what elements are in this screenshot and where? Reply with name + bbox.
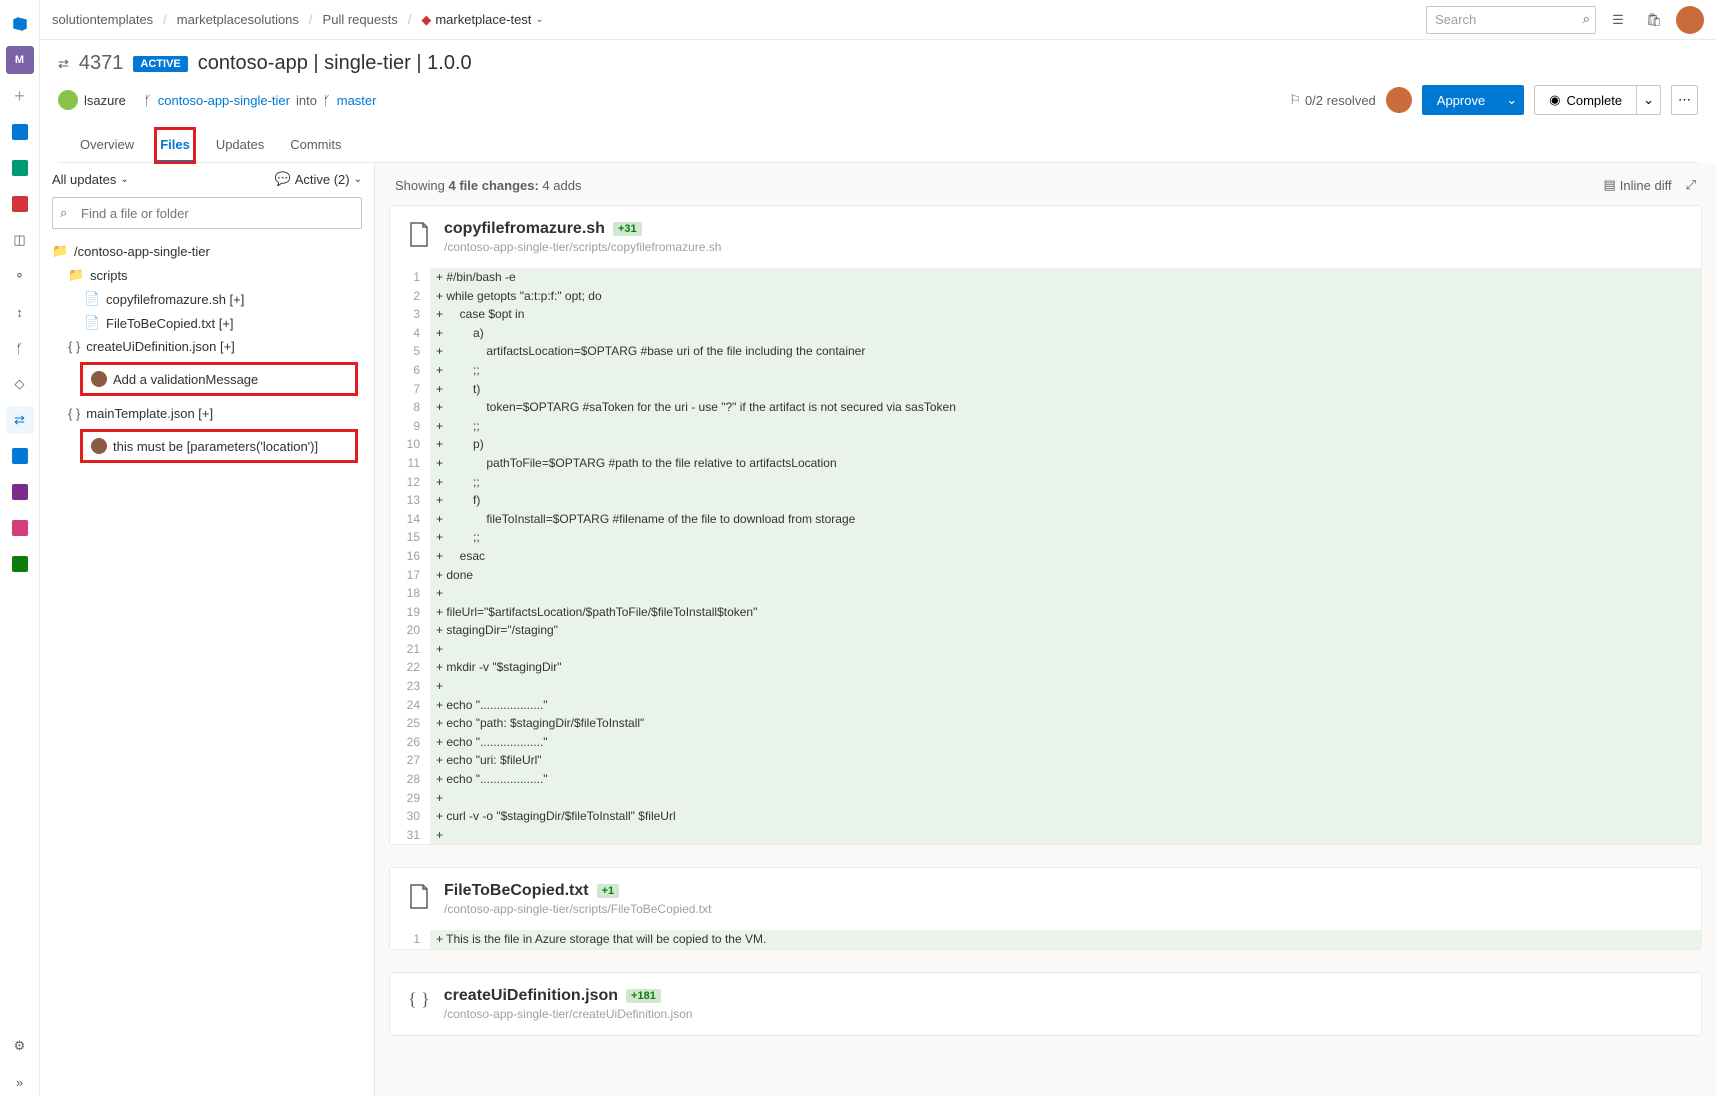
files-nav-icon[interactable]: ◫ bbox=[6, 226, 34, 254]
find-file-input[interactable] bbox=[52, 197, 362, 229]
updates-dropdown[interactable]: All updates⌄ bbox=[52, 172, 129, 187]
pr-header: ⇄ 4371 ACTIVE contoso-app | single-tier … bbox=[40, 40, 1716, 163]
files-sidebar: All updates⌄ 💬Active (2)⌄ ⌕ 📁/contoso-ap… bbox=[40, 163, 375, 1096]
breadcrumb: solutiontemplates/ marketplacesolutions/… bbox=[52, 12, 544, 28]
pipelines-icon[interactable] bbox=[6, 442, 34, 470]
global-search-input[interactable] bbox=[1426, 6, 1596, 34]
diff-content: Showing 4 file changes: 4 adds ▤Inline d… bbox=[375, 163, 1716, 1096]
crumb-repo[interactable]: ◆marketplace-test⌄ bbox=[421, 12, 543, 28]
target-branch-link[interactable]: master bbox=[337, 93, 377, 108]
tree-file-copyfile[interactable]: 📄copyfilefromazure.sh [+] bbox=[46, 287, 368, 311]
tree-file-filetobecopied[interactable]: 📄FileToBeCopied.txt [+] bbox=[46, 311, 368, 335]
crumb-project[interactable]: marketplacesolutions bbox=[177, 12, 299, 27]
testplans-icon[interactable] bbox=[6, 478, 34, 506]
author-name: lsazure bbox=[84, 93, 126, 108]
pr-status-badge: ACTIVE bbox=[133, 56, 187, 72]
add-icon[interactable]: + bbox=[6, 82, 34, 110]
pr-tabs: Overview Files Updates Commits bbox=[58, 129, 1698, 163]
complete-button[interactable]: ◉Complete bbox=[1534, 85, 1637, 115]
top-bar: solutiontemplates/ marketplacesolutions/… bbox=[40, 0, 1716, 40]
tree-folder-scripts[interactable]: 📁scripts bbox=[46, 263, 368, 287]
file-tree: 📁/contoso-app-single-tier 📁scripts 📄copy… bbox=[40, 239, 374, 469]
artifacts-icon[interactable] bbox=[6, 514, 34, 542]
file-diff-card: copyfilefromazure.sh +31 /contoso-app-sin… bbox=[389, 205, 1702, 845]
delta-badge: +31 bbox=[613, 222, 642, 236]
file-path: /contoso-app-single-tier/scripts/FileToB… bbox=[444, 902, 711, 916]
author-avatar bbox=[58, 90, 78, 110]
active-comments-dropdown[interactable]: 💬Active (2)⌄ bbox=[275, 171, 362, 187]
delta-badge: +181 bbox=[626, 989, 661, 1003]
reviewer-avatar[interactable] bbox=[1386, 87, 1412, 113]
tab-overview[interactable]: Overview bbox=[76, 129, 138, 162]
approve-button-group: Approve ⌄ bbox=[1422, 85, 1524, 115]
tab-commits[interactable]: Commits bbox=[286, 129, 345, 162]
file-icon bbox=[408, 222, 430, 248]
settings-icon[interactable]: ⚙ bbox=[6, 1032, 34, 1060]
file-path: /contoso-app-single-tier/scripts/copyfil… bbox=[444, 240, 721, 254]
resolved-counter[interactable]: ⚐0/2 resolved bbox=[1289, 92, 1375, 108]
delta-badge: +1 bbox=[597, 884, 620, 898]
branches-nav-icon[interactable]: ᚶ bbox=[6, 334, 34, 362]
tree-root[interactable]: 📁/contoso-app-single-tier bbox=[46, 239, 368, 263]
file-icon bbox=[408, 884, 430, 910]
branch-icon: ᚶ bbox=[144, 93, 152, 108]
into-label: into bbox=[296, 93, 317, 108]
commits-nav-icon[interactable]: ⚬ bbox=[6, 262, 34, 290]
diff-block: 1+ This is the file in Azure storage tha… bbox=[390, 930, 1701, 949]
source-branch-link[interactable]: contoso-app-single-tier bbox=[158, 93, 290, 108]
inline-diff-toggle[interactable]: ▤Inline diff bbox=[1604, 177, 1672, 193]
pullrequests-nav-icon[interactable]: ⇄ bbox=[6, 406, 34, 434]
tags-nav-icon[interactable]: ◇ bbox=[6, 370, 34, 398]
tree-file-createui[interactable]: { }createUiDefinition.json [+] bbox=[46, 335, 368, 358]
search-icon: ⌕ bbox=[60, 205, 67, 221]
fullscreen-icon[interactable]: ⤢ bbox=[1686, 177, 1696, 193]
file-diff-card: FileToBeCopied.txt +1 /contoso-app-single… bbox=[389, 867, 1702, 950]
approve-dropdown[interactable]: ⌄ bbox=[1500, 85, 1524, 115]
search-icon: ⌕ bbox=[1583, 11, 1590, 27]
repos-icon[interactable] bbox=[6, 190, 34, 218]
file-name[interactable]: createUiDefinition.json bbox=[444, 987, 618, 1005]
complete-dropdown[interactable]: ⌄ bbox=[1637, 85, 1661, 115]
commenter-avatar bbox=[91, 438, 107, 454]
commenter-avatar bbox=[91, 371, 107, 387]
marketplace-icon[interactable]: 🛍 bbox=[1640, 6, 1668, 34]
file-diff-card: { } createUiDefinition.json +181 /contoso… bbox=[389, 972, 1702, 1036]
pr-icon: ⇄ bbox=[58, 56, 69, 72]
file-name[interactable]: copyfilefromazure.sh bbox=[444, 220, 605, 238]
project-tile[interactable]: M bbox=[6, 46, 34, 74]
tab-updates[interactable]: Updates bbox=[212, 129, 268, 162]
crumb-org[interactable]: solutiontemplates bbox=[52, 12, 153, 27]
review-comment-1[interactable]: Add a validationMessage bbox=[80, 362, 358, 396]
tree-file-maintemplate[interactable]: { }mainTemplate.json [+] bbox=[46, 402, 368, 425]
file-name[interactable]: FileToBeCopied.txt bbox=[444, 882, 589, 900]
file-path: /contoso-app-single-tier/createUiDefinit… bbox=[444, 1007, 693, 1021]
pr-number: 4371 bbox=[79, 52, 124, 75]
tab-files[interactable]: Files bbox=[156, 129, 194, 162]
crumb-section[interactable]: Pull requests bbox=[323, 12, 398, 27]
overview-icon[interactable] bbox=[6, 118, 34, 146]
more-actions-button[interactable]: ⋯ bbox=[1671, 85, 1698, 115]
review-comment-2[interactable]: this must be [parameters('location')] bbox=[80, 429, 358, 463]
changes-summary: Showing 4 file changes: 4 adds bbox=[395, 178, 581, 193]
azure-devops-logo-icon[interactable] bbox=[6, 10, 34, 38]
left-rail: M + ◫ ⚬ ↕ ᚶ ◇ ⇄ ⚙ » bbox=[0, 0, 40, 1096]
json-icon: { } bbox=[408, 989, 430, 1010]
diff-block: 1+ #/bin/bash -e2+ while getopts "a:t:p:… bbox=[390, 268, 1701, 844]
branch-icon: ᚶ bbox=[323, 93, 331, 108]
approve-button[interactable]: Approve bbox=[1422, 85, 1500, 115]
user-avatar[interactable] bbox=[1676, 6, 1704, 34]
pr-title: contoso-app | single-tier | 1.0.0 bbox=[198, 52, 472, 75]
pushes-nav-icon[interactable]: ↕ bbox=[6, 298, 34, 326]
boards-icon[interactable] bbox=[6, 154, 34, 182]
collapse-icon[interactable]: » bbox=[6, 1068, 34, 1096]
compliance-icon[interactable] bbox=[6, 550, 34, 578]
complete-button-group: ◉Complete ⌄ bbox=[1534, 85, 1661, 115]
grid-view-icon[interactable]: ☰ bbox=[1604, 6, 1632, 34]
